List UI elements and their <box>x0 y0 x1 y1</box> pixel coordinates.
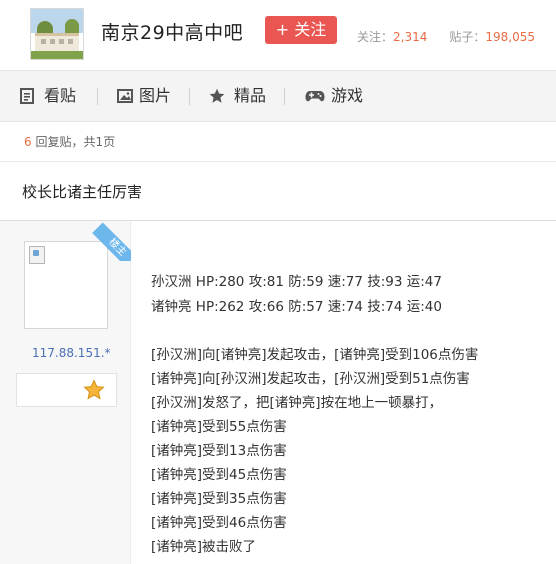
battle-line: [诸钟亮]向[孙汉洲]发起攻击，[孙汉洲]受到51点伤害 <box>151 371 470 387</box>
forum-logo[interactable] <box>30 8 84 60</box>
battle-line: [诸钟亮]受到55点伤害 <box>151 419 287 435</box>
nav-divider <box>284 88 285 105</box>
stat-line: 孙汉洲 HP:280 攻:81 防:59 速:77 技:93 运:47 <box>151 274 442 290</box>
op-ribbon: 楼主 <box>91 221 131 261</box>
battle-line: [诸钟亮]被击败了 <box>151 539 257 555</box>
nav-label-featured: 精品 <box>234 86 267 105</box>
battle-line: [诸钟亮]受到45点伤害 <box>151 467 287 483</box>
posts-count: 198,055 <box>485 30 536 44</box>
followers-count: 2,314 <box>393 30 428 44</box>
nav-divider <box>97 88 98 105</box>
nav-label-games: 游戏 <box>331 86 364 105</box>
nav-item-games[interactable]: 游戏 <box>305 71 375 121</box>
battle-line: [诸钟亮]受到35点伤害 <box>151 491 287 507</box>
follow-button[interactable]: + 关注 <box>265 16 337 44</box>
thread-title: 校长比诸主任厉害 <box>22 183 143 201</box>
battle-line: [诸钟亮]受到46点伤害 <box>151 515 287 531</box>
user-badge-box <box>16 373 117 407</box>
reply-summary: 6 回复贴，共1页 <box>24 133 115 150</box>
battle-line: [孙汉洲]向[诸钟亮]发起攻击，[诸钟亮]受到106点伤害 <box>151 347 479 363</box>
reply-count: 6 <box>24 135 32 149</box>
document-icon <box>20 88 34 104</box>
battle-line: [孙汉洲]发怒了，把[诸钟亮]按在地上一顿暴打， <box>151 395 443 411</box>
op-badge: 楼主 <box>92 222 131 261</box>
star-badge-icon[interactable] <box>83 379 105 401</box>
author-ip: 117.88.151.* <box>32 346 111 360</box>
nav-label-pictures: 图片 <box>139 86 172 105</box>
reply-summary-text: 回复贴，共1页 <box>31 135 116 149</box>
broken-image-icon <box>29 246 45 264</box>
posts-label: 贴子： <box>449 30 486 44</box>
nav-divider <box>189 88 190 105</box>
picture-icon <box>117 89 133 103</box>
battle-line: [诸钟亮]受到13点伤害 <box>151 443 287 459</box>
star-icon <box>209 88 225 103</box>
forum-nav: 看贴 图片 精品 游戏 <box>0 70 556 122</box>
author-panel-border <box>130 221 131 564</box>
gamepad-icon <box>305 91 325 102</box>
nav-item-pictures[interactable]: 图片 <box>117 71 187 121</box>
forum-header: 南京29中高中吧 + 关注 关注：2,314 贴子：198,055 <box>0 0 556 66</box>
forum-name[interactable]: 南京29中高中吧 <box>101 18 243 45</box>
followers-label: 关注： <box>357 30 394 44</box>
divider <box>0 161 556 162</box>
nav-item-posts[interactable]: 看贴 <box>20 71 90 121</box>
forum-stats: 关注：2,314 贴子：198,055 <box>357 28 535 45</box>
nav-item-featured[interactable]: 精品 <box>209 71 279 121</box>
stat-line: 诸钟亮 HP:262 攻:66 防:57 速:74 技:74 运:40 <box>151 299 442 315</box>
nav-label-posts: 看贴 <box>44 86 77 105</box>
